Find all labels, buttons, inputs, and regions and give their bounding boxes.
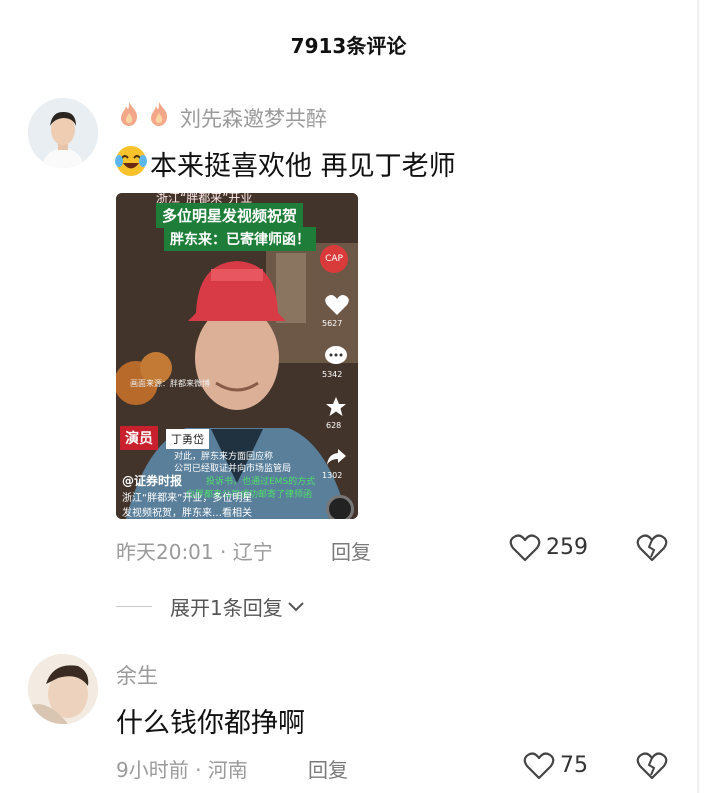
video-subtitle: 投诉书，也通过EMS的方式 [206,477,316,487]
comment-count-title: 7913条评论 [290,34,407,58]
video-caption: 发视频祝贺，胖东来…看相关 [122,508,252,519]
video-thumbnail[interactable]: 浙江“胖都来”开业 多位明星发视频祝贺 胖东来：已寄律师函！ CAP 画面来源：… [116,193,358,519]
laughing-tears-emoji-icon [115,146,147,176]
name-tag-name: 丁勇岱 [166,429,209,449]
dislike-broken-heart-icon[interactable] [636,751,668,781]
video-share-count: 1302 [322,471,343,480]
username[interactable]: 余生 [116,660,158,690]
comments-panel: 7913条评论 刘先森邀梦共醉 本来挺喜欢他 再见丁老师 浙江“胖都来”开业 多… [0,0,699,793]
video-comment-count: 5342 [322,370,343,379]
expand-replies-label: 展开1条回复 [170,596,283,620]
star-icon [326,397,346,416]
video-fav-count: 628 [326,421,342,430]
comment-text: 什么钱你都挣啊 [116,708,305,739]
like-heart-icon[interactable] [523,751,555,781]
reply-button[interactable]: 回复 [308,754,348,783]
fire-icon [121,102,138,126]
like-count: 75 [560,753,588,778]
comment-time-location: 昨天20:01 · 辽宁 [116,540,273,564]
cap-logo: CAP [320,245,348,273]
dislike-broken-heart-icon[interactable] [636,533,668,563]
avatar[interactable] [28,654,98,724]
like-heart-icon[interactable] [509,533,541,563]
username[interactable]: 刘先森邀梦共醉 [180,103,327,133]
video-banner-line2: 胖东来：已寄律师函！ [164,227,316,251]
chevron-down-icon [288,601,304,611]
music-disc-icon [326,495,354,519]
comment-bubble-icon [325,346,347,364]
name-tag-role: 演员 [120,426,158,450]
comment-time-location: 9小时前 · 河南 [116,758,248,782]
video-caption: 浙江“胖都来”开业，多位明星 [122,493,253,504]
heart-icon [325,295,349,315]
video-like-count: 5627 [322,319,343,328]
reply-button[interactable]: 回复 [331,536,371,565]
expand-replies-button[interactable]: 展开1条回复 [116,592,305,621]
image-source-label: 画面来源：胖都来微博 [130,379,210,388]
video-banner-line1: 多位明星发视频祝贺 [156,203,304,228]
like-count: 259 [546,535,588,560]
fire-icon [151,102,168,126]
share-arrow-icon [327,449,346,465]
video-source-tag: @证券时报 [122,474,183,488]
avatar[interactable] [28,98,98,168]
divider-line [116,606,152,607]
video-subtitle: 公司已经取证并向市场监管局 [174,464,292,474]
comment-text: 本来挺喜欢他 再见丁老师 [150,151,456,182]
